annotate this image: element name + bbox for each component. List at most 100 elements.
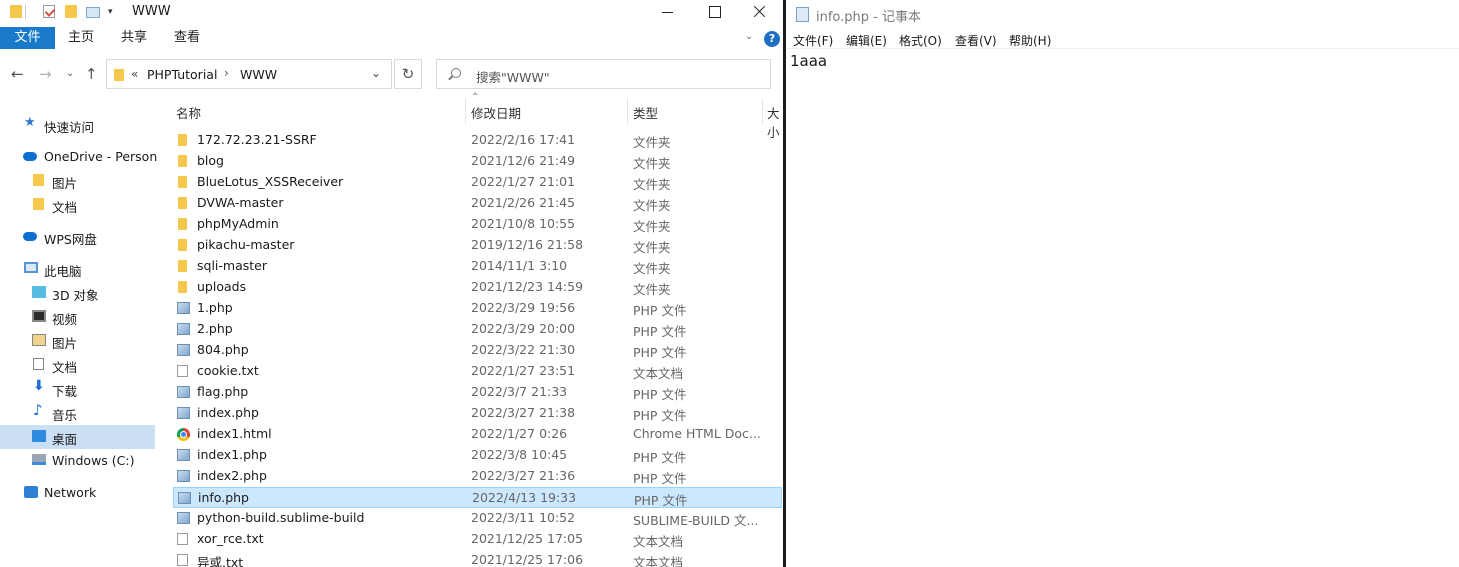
sidebar-item[interactable]: 文档 bbox=[0, 353, 157, 377]
file-name: index1.html bbox=[197, 426, 272, 441]
php-file-icon bbox=[177, 512, 190, 524]
file-row[interactable]: python-build.sublime-build 2022/3/11 10:5… bbox=[173, 508, 782, 529]
sidebar-item[interactable]: 图片 bbox=[0, 169, 157, 193]
file-row[interactable]: 172.72.23.21-SSRF 2022/2/16 17:41 文件夹 bbox=[173, 130, 782, 151]
file-date: 2021/12/25 17:06 bbox=[471, 552, 584, 567]
file-row[interactable]: pikachu-master 2019/12/16 21:58 文件夹 bbox=[173, 235, 782, 256]
file-name: 异或.txt bbox=[197, 555, 244, 567]
forward-arrow-icon[interactable]: → bbox=[39, 65, 52, 83]
tab-view[interactable]: 查看 bbox=[174, 27, 200, 49]
help-icon[interactable]: ? bbox=[764, 31, 780, 47]
breadcrumb-www[interactable]: WWW bbox=[240, 67, 277, 82]
text-file-icon bbox=[177, 365, 188, 377]
file-date: 2022/3/27 21:36 bbox=[471, 468, 576, 483]
file-row[interactable]: index2.php 2022/3/27 21:36 PHP 文件 bbox=[173, 466, 782, 487]
menu-file[interactable]: 文件(F) bbox=[793, 32, 833, 49]
column-name[interactable]: 名称 bbox=[176, 103, 201, 122]
php-file-icon bbox=[177, 302, 190, 314]
file-date: 2014/11/1 3:10 bbox=[471, 258, 568, 273]
expand-ribbon-chevron-icon[interactable]: ⌄ bbox=[745, 31, 753, 42]
file-date: 2021/2/26 21:45 bbox=[471, 195, 576, 210]
file-name: xor_rce.txt bbox=[197, 531, 264, 546]
file-row[interactable]: 2.php 2022/3/29 20:00 PHP 文件 bbox=[173, 319, 782, 340]
file-row[interactable]: sqli-master 2014/11/1 3:10 文件夹 bbox=[173, 256, 782, 277]
folder-icon bbox=[178, 155, 187, 167]
sidebar-item-label: 文档 bbox=[52, 200, 78, 215]
menu-view[interactable]: 查看(V) bbox=[955, 32, 997, 49]
menu-help[interactable]: 帮助(H) bbox=[1009, 32, 1051, 49]
file-row[interactable]: blog 2021/12/6 21:49 文件夹 bbox=[173, 151, 782, 172]
sidebar-item[interactable]: 视频 bbox=[0, 305, 157, 329]
file-row[interactable]: index1.php 2022/3/8 10:45 PHP 文件 bbox=[173, 445, 782, 466]
back-arrow-icon[interactable]: ← bbox=[11, 65, 24, 83]
sidebar-item[interactable]: ★ 快速访问 bbox=[0, 113, 157, 137]
star-icon: ★ bbox=[24, 115, 36, 130]
file-row[interactable]: 异或.txt 2021/12/25 17:06 文本文档 bbox=[173, 550, 782, 567]
recent-locations-chevron-icon[interactable]: ⌄ bbox=[66, 68, 74, 79]
file-row[interactable]: flag.php 2022/3/7 21:33 PHP 文件 bbox=[173, 382, 782, 403]
file-row[interactable]: DVWA-master 2021/2/26 21:45 文件夹 bbox=[173, 193, 782, 214]
file-date: 2022/2/16 17:41 bbox=[471, 132, 576, 147]
sidebar-item[interactable]: 文档 bbox=[0, 193, 157, 217]
3d-objects-icon bbox=[32, 286, 46, 298]
file-date: 2022/3/29 20:00 bbox=[471, 321, 576, 336]
sidebar-item[interactable]: WPS网盘 bbox=[0, 225, 157, 249]
sidebar-item-label: 图片 bbox=[52, 336, 78, 351]
column-divider[interactable] bbox=[465, 98, 466, 124]
sidebar-item[interactable]: 图片 bbox=[0, 329, 157, 353]
file-type: 文件夹 bbox=[633, 198, 671, 213]
file-row[interactable]: phpMyAdmin 2021/10/8 10:55 文件夹 bbox=[173, 214, 782, 235]
sidebar-item-label: 3D 对象 bbox=[52, 288, 99, 303]
search-input[interactable]: 搜索"WWW" bbox=[436, 59, 771, 89]
file-row[interactable]: index.php 2022/3/27 21:38 PHP 文件 bbox=[173, 403, 782, 424]
properties-check-icon[interactable] bbox=[43, 5, 55, 18]
column-divider[interactable] bbox=[762, 98, 763, 124]
sidebar-item[interactable]: 3D 对象 bbox=[0, 281, 157, 305]
breadcrumb-phptutorial[interactable]: PHPTutorial bbox=[147, 67, 217, 82]
php-file-icon bbox=[177, 344, 190, 356]
menu-edit[interactable]: 编辑(E) bbox=[846, 32, 887, 49]
address-dropdown-chevron-icon[interactable]: ⌄ bbox=[371, 66, 381, 80]
file-row[interactable]: cookie.txt 2022/1/27 23:51 文本文档 bbox=[173, 361, 782, 382]
file-type: SUBLIME-BUILD 文... bbox=[633, 513, 759, 528]
sidebar-item[interactable]: Network bbox=[0, 481, 157, 505]
file-list: 172.72.23.21-SSRF 2022/2/16 17:41 文件夹 blog 2… bbox=[158, 130, 784, 567]
file-row[interactable]: uploads 2021/12/23 14:59 文件夹 bbox=[173, 277, 782, 298]
close-button[interactable] bbox=[737, 0, 783, 26]
file-type: PHP 文件 bbox=[634, 493, 688, 508]
column-divider[interactable] bbox=[627, 98, 628, 124]
new-folder-icon[interactable] bbox=[65, 5, 77, 18]
file-row[interactable]: index1.html 2022/1/27 0:26 Chrome HTML Doc… bbox=[173, 424, 782, 445]
sidebar-item[interactable]: 此电脑 bbox=[0, 257, 157, 281]
sidebar-item[interactable]: 桌面 bbox=[0, 425, 155, 449]
file-date: 2022/3/22 21:30 bbox=[471, 342, 576, 357]
file-row[interactable]: info.php 2022/4/13 19:33 PHP 文件 bbox=[173, 487, 782, 508]
file-date: 2021/10/8 10:55 bbox=[471, 216, 576, 231]
minimize-button[interactable] bbox=[645, 0, 691, 26]
maximize-button[interactable] bbox=[691, 0, 737, 26]
sidebar-item[interactable]: OneDrive - Personal bbox=[0, 145, 157, 169]
column-date-modified[interactable]: 修改日期 bbox=[471, 103, 521, 122]
file-row[interactable]: xor_rce.txt 2021/12/25 17:05 文本文档 bbox=[173, 529, 782, 550]
tab-home[interactable]: 主页 bbox=[68, 27, 94, 49]
sidebar-item[interactable]: ♪ 音乐 bbox=[0, 401, 157, 425]
sidebar-item[interactable]: ⬇ 下载 bbox=[0, 377, 157, 401]
file-row[interactable]: BlueLotus_XSSReceiver 2022/1/27 21:01 文件夹 bbox=[173, 172, 782, 193]
tab-file[interactable]: 文件 bbox=[0, 27, 55, 49]
rename-icon[interactable] bbox=[86, 7, 100, 18]
address-bar[interactable]: « PHPTutorial › WWW ⌄ bbox=[106, 59, 392, 89]
column-type[interactable]: 类型 bbox=[633, 103, 658, 122]
up-arrow-icon[interactable]: ↑ bbox=[85, 65, 98, 83]
menu-format[interactable]: 格式(O) bbox=[899, 32, 942, 49]
sidebar-item-label: 此电脑 bbox=[44, 264, 82, 279]
file-row[interactable]: 804.php 2022/3/22 21:30 PHP 文件 bbox=[173, 340, 782, 361]
breadcrumb-separator-icon[interactable]: › bbox=[224, 66, 229, 80]
file-row[interactable]: 1.php 2022/3/29 19:56 PHP 文件 bbox=[173, 298, 782, 319]
tab-share[interactable]: 共享 bbox=[121, 27, 147, 49]
notepad-text-area[interactable]: 1aaa bbox=[790, 52, 827, 70]
breadcrumb-overflow[interactable]: « bbox=[131, 67, 138, 81]
refresh-button[interactable]: ↻ bbox=[394, 59, 422, 89]
customize-toolbar-chevron-icon[interactable]: ▾ bbox=[108, 7, 113, 17]
file-name: 2.php bbox=[197, 321, 233, 336]
sidebar-item[interactable]: Windows (C:) bbox=[0, 449, 157, 473]
